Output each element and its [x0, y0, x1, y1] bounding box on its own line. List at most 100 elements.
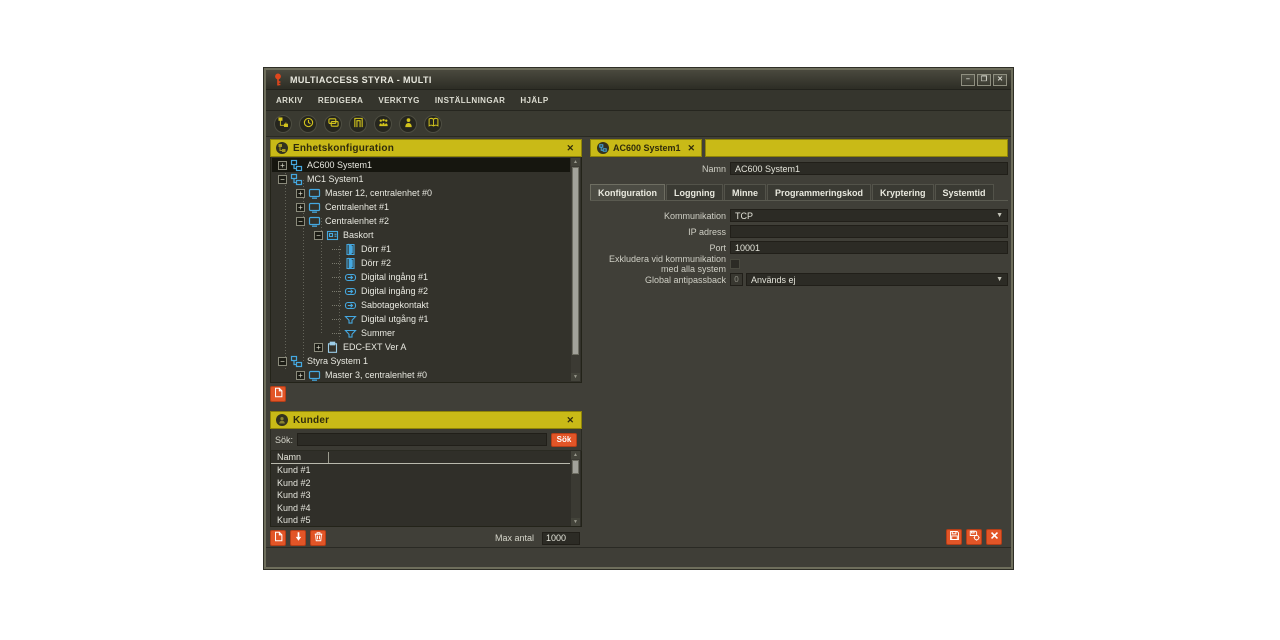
- customer-search-row: Sök: Sök: [270, 429, 582, 451]
- customer-row[interactable]: Kund #2: [271, 477, 581, 490]
- tab-konfiguration[interactable]: Konfiguration: [590, 184, 665, 200]
- tree-expander[interactable]: −: [296, 217, 305, 226]
- kommunikation-select[interactable]: TCP ▼: [730, 209, 1008, 222]
- port-input[interactable]: [730, 241, 1008, 254]
- tree-expander[interactable]: −: [278, 357, 287, 366]
- tree-item[interactable]: Digital utgång #1: [272, 312, 570, 326]
- tab-programmeringskod[interactable]: Programmeringskod: [767, 184, 871, 200]
- customer-row[interactable]: Kund #1: [271, 464, 581, 477]
- tree-item[interactable]: Dörr #2: [272, 256, 570, 270]
- customer-actions: [270, 530, 326, 546]
- tree-item[interactable]: +Centralenhet #1: [272, 200, 570, 214]
- tree-item[interactable]: Digital ingång #1: [272, 270, 570, 284]
- editor-actions: [946, 529, 1002, 545]
- tab-ac600-system1[interactable]: AC600 System1 ✕: [590, 139, 702, 157]
- exclude-checkbox[interactable]: [730, 259, 740, 269]
- minimize-button[interactable]: –: [961, 74, 975, 86]
- tree-item-label: Sabotagekontakt: [361, 300, 429, 310]
- tab-close-icon[interactable]: ✕: [688, 143, 696, 154]
- tree-item-label: Digital ingång #1: [361, 272, 428, 282]
- menu-redigera[interactable]: REDIGERA: [318, 96, 363, 105]
- tree-item[interactable]: −Baskort: [272, 228, 570, 242]
- users-button[interactable]: [399, 115, 417, 133]
- scroll-up-icon[interactable]: ▲: [571, 158, 580, 166]
- trash-icon: [313, 529, 324, 547]
- panel-close-icon[interactable]: ✕: [564, 415, 576, 426]
- tree-expander[interactable]: +: [314, 343, 323, 352]
- cards-icon: [328, 115, 339, 133]
- tree-item[interactable]: +AC600 System1: [272, 158, 570, 172]
- delete-customer-button[interactable]: [310, 530, 326, 546]
- cards-button[interactable]: [324, 115, 342, 133]
- scrollbar-thumb[interactable]: [572, 460, 579, 474]
- tree-item[interactable]: Dörr #1: [272, 242, 570, 256]
- new-customer-button[interactable]: [270, 530, 286, 546]
- close-button[interactable]: ✕: [993, 74, 1007, 86]
- antipassback-count[interactable]: 0: [730, 273, 743, 286]
- scrollbar-thumb[interactable]: [572, 167, 579, 355]
- customer-search-input[interactable]: [297, 433, 547, 446]
- tree-expander[interactable]: −: [278, 175, 287, 184]
- menu-inställningar[interactable]: INSTÄLLNINGAR: [435, 96, 506, 105]
- output-icon: [344, 327, 357, 340]
- tree-expander[interactable]: +: [278, 161, 287, 170]
- menu-hjälp[interactable]: HJÄLP: [520, 96, 548, 105]
- customer-scrollbar[interactable]: ▲ ▼: [571, 451, 580, 526]
- scroll-down-icon[interactable]: ▼: [571, 518, 580, 526]
- customer-table: Namn Kund #1Kund #2Kund #3Kund #4Kund #5…: [270, 451, 582, 527]
- panel-close-icon[interactable]: ✕: [564, 143, 576, 154]
- customer-row[interactable]: Kund #3: [271, 489, 581, 502]
- tree-expander[interactable]: +: [296, 371, 305, 380]
- antipassback-select[interactable]: Används ej ▼: [746, 273, 1008, 286]
- tree-scrollbar[interactable]: ▲ ▼: [571, 158, 580, 381]
- customer-rows: Kund #1Kund #2Kund #3Kund #4Kund #5: [271, 464, 581, 527]
- system-icon: [290, 159, 303, 172]
- tree-item[interactable]: +EDC-EXT Ver A: [272, 340, 570, 354]
- tab-loggning[interactable]: Loggning: [666, 184, 723, 200]
- tree-item[interactable]: +Master 3, centralenhet #0: [272, 368, 570, 382]
- doors-button[interactable]: [349, 115, 367, 133]
- maximize-button[interactable]: ❐: [977, 74, 991, 86]
- save-button[interactable]: [946, 529, 962, 545]
- ip-input[interactable]: [730, 225, 1008, 238]
- tree-item[interactable]: Sabotagekontakt: [272, 298, 570, 312]
- menu-arkiv[interactable]: ARKIV: [276, 96, 303, 105]
- customer-row[interactable]: Kund #4: [271, 502, 581, 515]
- tree-item[interactable]: Digital ingång #2: [272, 284, 570, 298]
- tab-kryptering[interactable]: Kryptering: [872, 184, 934, 200]
- tree-item[interactable]: −Centralenhet #2: [272, 214, 570, 228]
- port-label: Port: [590, 243, 730, 253]
- import-customer-button[interactable]: [290, 530, 306, 546]
- customers-header[interactable]: Kunder ✕: [270, 411, 582, 429]
- titlebar[interactable]: MULTIACCESS STYRA - MULTI – ❐ ✕: [266, 70, 1011, 90]
- close-button[interactable]: [986, 529, 1002, 545]
- tree-item-label: Styra System 1: [307, 356, 368, 366]
- scroll-up-icon[interactable]: ▲: [571, 451, 580, 459]
- name-input[interactable]: [730, 162, 1008, 175]
- tree-expander[interactable]: −: [314, 231, 323, 240]
- customer-row[interactable]: Kund #5: [271, 514, 581, 527]
- tab-minne[interactable]: Minne: [724, 184, 766, 200]
- device-tree-button[interactable]: [274, 115, 292, 133]
- app-logo-icon: [272, 73, 284, 87]
- scroll-down-icon[interactable]: ▼: [571, 373, 580, 381]
- tree-expander[interactable]: +: [296, 203, 305, 212]
- user-groups-button[interactable]: [374, 115, 392, 133]
- tab-systemtid[interactable]: Systemtid: [935, 184, 994, 200]
- tree-expander[interactable]: +: [296, 189, 305, 198]
- new-device-button[interactable]: [270, 386, 286, 402]
- max-count-input[interactable]: [542, 532, 580, 545]
- settings-tabs: KonfigurationLoggningMinneProgrammerings…: [590, 184, 1008, 201]
- search-button[interactable]: Sök: [551, 433, 577, 447]
- tree-item[interactable]: +Master 12, centralenhet #0: [272, 186, 570, 200]
- device-config-header[interactable]: Enhetskonfiguration ✕: [270, 139, 582, 157]
- tree-item[interactable]: − Styra System 1: [272, 354, 570, 368]
- tree-item[interactable]: −MC1 System1: [272, 172, 570, 186]
- app-window: MULTIACCESS STYRA - MULTI – ❐ ✕ ARKIV RED…: [264, 68, 1013, 569]
- log-book-button[interactable]: [424, 115, 442, 133]
- ip-row: IP adress: [590, 224, 1008, 239]
- tree-item[interactable]: Summer: [272, 326, 570, 340]
- time-schedule-button[interactable]: [299, 115, 317, 133]
- save-send-button[interactable]: [966, 529, 982, 545]
- menu-verktyg[interactable]: VERKTYG: [378, 96, 419, 105]
